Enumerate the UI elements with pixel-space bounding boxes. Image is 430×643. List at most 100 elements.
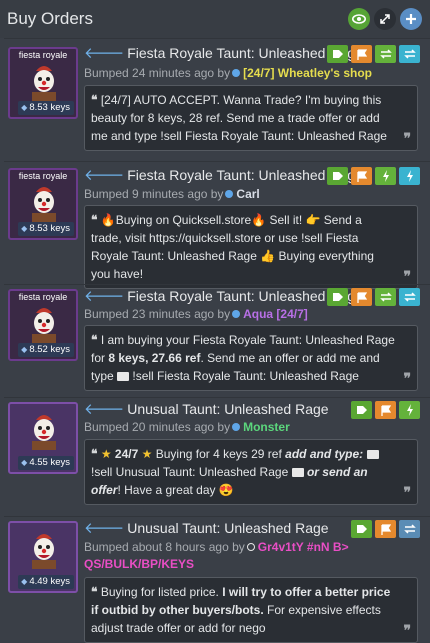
page-header: Buy Orders xyxy=(0,0,430,38)
quote-close-icon: ❞ xyxy=(403,622,411,638)
tag-icon: ◆ xyxy=(21,577,28,586)
flag-button[interactable] xyxy=(351,45,372,63)
page-title: Buy Orders xyxy=(7,9,93,28)
bump-info: Bumped 9 minutes ago by Carl xyxy=(84,187,260,201)
arrow-left-icon: 🡐 xyxy=(84,519,125,537)
expand-icon[interactable] xyxy=(374,8,396,30)
chat-icon xyxy=(117,372,130,381)
item-name: fiesta royale xyxy=(18,171,68,181)
flag-button[interactable] xyxy=(351,288,372,306)
item-icon-box[interactable]: fiesta royale ◆ 8.53 keys xyxy=(8,168,78,240)
list-item: fiesta royale ◆ 8.53 keys 🡐 Fiesta Royale… xyxy=(4,38,430,161)
tag-icon: ◆ xyxy=(21,458,28,467)
quote-open-icon: ❝ xyxy=(91,585,98,599)
clown-icon xyxy=(32,66,56,101)
order-title-row: 🡐 Fiesta Royale Taunt: Unleashed Rage xyxy=(84,167,363,183)
order-title[interactable]: Unusual Taunt: Unleashed Rage xyxy=(127,401,328,417)
item-icon-box[interactable]: fiesta royale ◆ 8.53 keys xyxy=(8,47,78,119)
price-badge: ◆ 8.52 keys xyxy=(18,343,74,357)
quote-close-icon: ❞ xyxy=(403,484,411,500)
order-note: ❝ ★ 24/7 ★ Buying for 4 keys 29 ref add … xyxy=(84,439,418,505)
price-badge: ◆ 4.55 keys xyxy=(18,456,74,470)
order-title-row: 🡐 Unusual Taunt: Unleashed Rage xyxy=(84,520,329,536)
bump-info: Bumped 20 minutes ago by Monster xyxy=(84,420,290,434)
clown-icon xyxy=(32,308,56,343)
clown-icon xyxy=(32,534,56,569)
item-icon-box[interactable]: ◆ 4.55 keys xyxy=(8,402,78,474)
thumbs-up-icon: 👍 xyxy=(260,249,276,263)
list-item: fiesta royale ◆ 8.52 keys 🡐 Fiesta Royale… xyxy=(4,284,430,397)
exchange-alt-button[interactable] xyxy=(399,288,420,306)
item-name: fiesta royale xyxy=(18,292,68,302)
clown-icon xyxy=(32,187,56,222)
point-icon: 👉 xyxy=(305,213,321,227)
arrow-left-icon: 🡐 xyxy=(84,400,125,418)
arrow-left-icon: 🡐 xyxy=(84,166,125,184)
exchange-alt-button[interactable] xyxy=(399,45,420,63)
order-title-row: 🡐 Fiesta Royale Taunt: Unleashed Rage xyxy=(84,45,363,61)
plus-icon[interactable] xyxy=(400,8,422,30)
quote-open-icon: ❝ xyxy=(91,93,98,107)
tag-icon: ◆ xyxy=(21,345,28,354)
order-note: ❝ [24/7] AUTO ACCEPT. Wanna Trade? I'm b… xyxy=(84,85,418,151)
item-icon-box[interactable]: fiesta royale ◆ 8.52 keys xyxy=(8,289,78,361)
bump-info: Bumped about 8 hours ago by Gr4v1tY #nN B… xyxy=(84,540,349,571)
lightning-alt-button[interactable] xyxy=(399,167,420,185)
price-badge: ◆ 4.49 keys xyxy=(18,575,74,589)
flag-button[interactable] xyxy=(375,520,396,538)
order-note: ❝ I am buying your Fiesta Royale Taunt: … xyxy=(84,325,418,391)
user-link[interactable]: Monster xyxy=(243,420,290,434)
arrow-left-icon: 🡐 xyxy=(84,44,125,62)
eye-icon[interactable] xyxy=(348,8,370,30)
tag-button[interactable] xyxy=(327,288,348,306)
lightning-button[interactable] xyxy=(399,401,420,419)
list-item: fiesta royale ◆ 8.53 keys 🡐 Fiesta Royale… xyxy=(4,161,430,289)
exchange-button[interactable] xyxy=(375,288,396,306)
bump-info: Bumped 23 minutes ago by Aqua [24/7] xyxy=(84,307,308,321)
order-title[interactable]: Unusual Taunt: Unleashed Rage xyxy=(127,520,328,536)
tag-button[interactable] xyxy=(351,520,372,538)
tag-button[interactable] xyxy=(327,45,348,63)
tag-button[interactable] xyxy=(351,401,372,419)
order-actions xyxy=(351,520,420,538)
fire-icon: 🔥 xyxy=(100,213,116,227)
status-dot-icon xyxy=(232,69,241,77)
heart-eyes-icon: 😍 xyxy=(218,483,234,497)
quote-open-icon: ❝ xyxy=(91,213,98,227)
arrow-left-icon: 🡐 xyxy=(84,287,125,305)
tag-icon: ◆ xyxy=(21,224,28,233)
header-actions xyxy=(348,8,422,30)
order-actions xyxy=(327,45,420,63)
lightning-button[interactable] xyxy=(375,167,396,185)
flag-button[interactable] xyxy=(375,401,396,419)
order-title-row: 🡐 Fiesta Royale Taunt: Unleashed Rage xyxy=(84,288,363,304)
user-link[interactable]: Carl xyxy=(236,187,259,201)
list-item: ◆ 4.55 keys 🡐 Unusual Taunt: Unleashed Ra… xyxy=(4,397,430,516)
fire-icon: 🔥 xyxy=(251,213,267,227)
status-dot-icon xyxy=(246,543,255,551)
user-link[interactable]: [24/7] Wheatley's shop xyxy=(243,66,372,80)
price-badge: ◆ 8.53 keys xyxy=(18,222,74,236)
tag-button[interactable] xyxy=(327,167,348,185)
order-actions xyxy=(327,167,420,185)
item-icon-box[interactable]: ◆ 4.49 keys xyxy=(8,521,78,593)
status-dot-icon xyxy=(232,423,241,431)
order-actions xyxy=(351,401,420,419)
buy-orders-list: fiesta royale ◆ 8.53 keys 🡐 Fiesta Royale… xyxy=(0,38,430,643)
order-actions xyxy=(327,288,420,306)
chat-icon xyxy=(366,450,379,459)
star-icon: ★ xyxy=(100,447,112,461)
order-note: ❝ Buying for listed price. I will try to… xyxy=(84,577,418,643)
quote-open-icon: ❝ xyxy=(91,333,98,347)
user-link[interactable]: Aqua [24/7] xyxy=(243,307,308,321)
list-item: ◆ 4.49 keys 🡐 Unusual Taunt: Unleashed Ra… xyxy=(4,516,430,643)
exchange-button[interactable] xyxy=(399,520,420,538)
star-icon: ★ xyxy=(141,447,153,461)
flag-button[interactable] xyxy=(351,167,372,185)
tag-icon: ◆ xyxy=(21,103,28,112)
clown-icon xyxy=(32,415,56,450)
quote-close-icon: ❞ xyxy=(403,130,411,146)
bump-info: Bumped 24 minutes ago by [24/7] Wheatley'… xyxy=(84,66,372,80)
exchange-button[interactable] xyxy=(375,45,396,63)
quote-open-icon: ❝ xyxy=(91,447,98,461)
